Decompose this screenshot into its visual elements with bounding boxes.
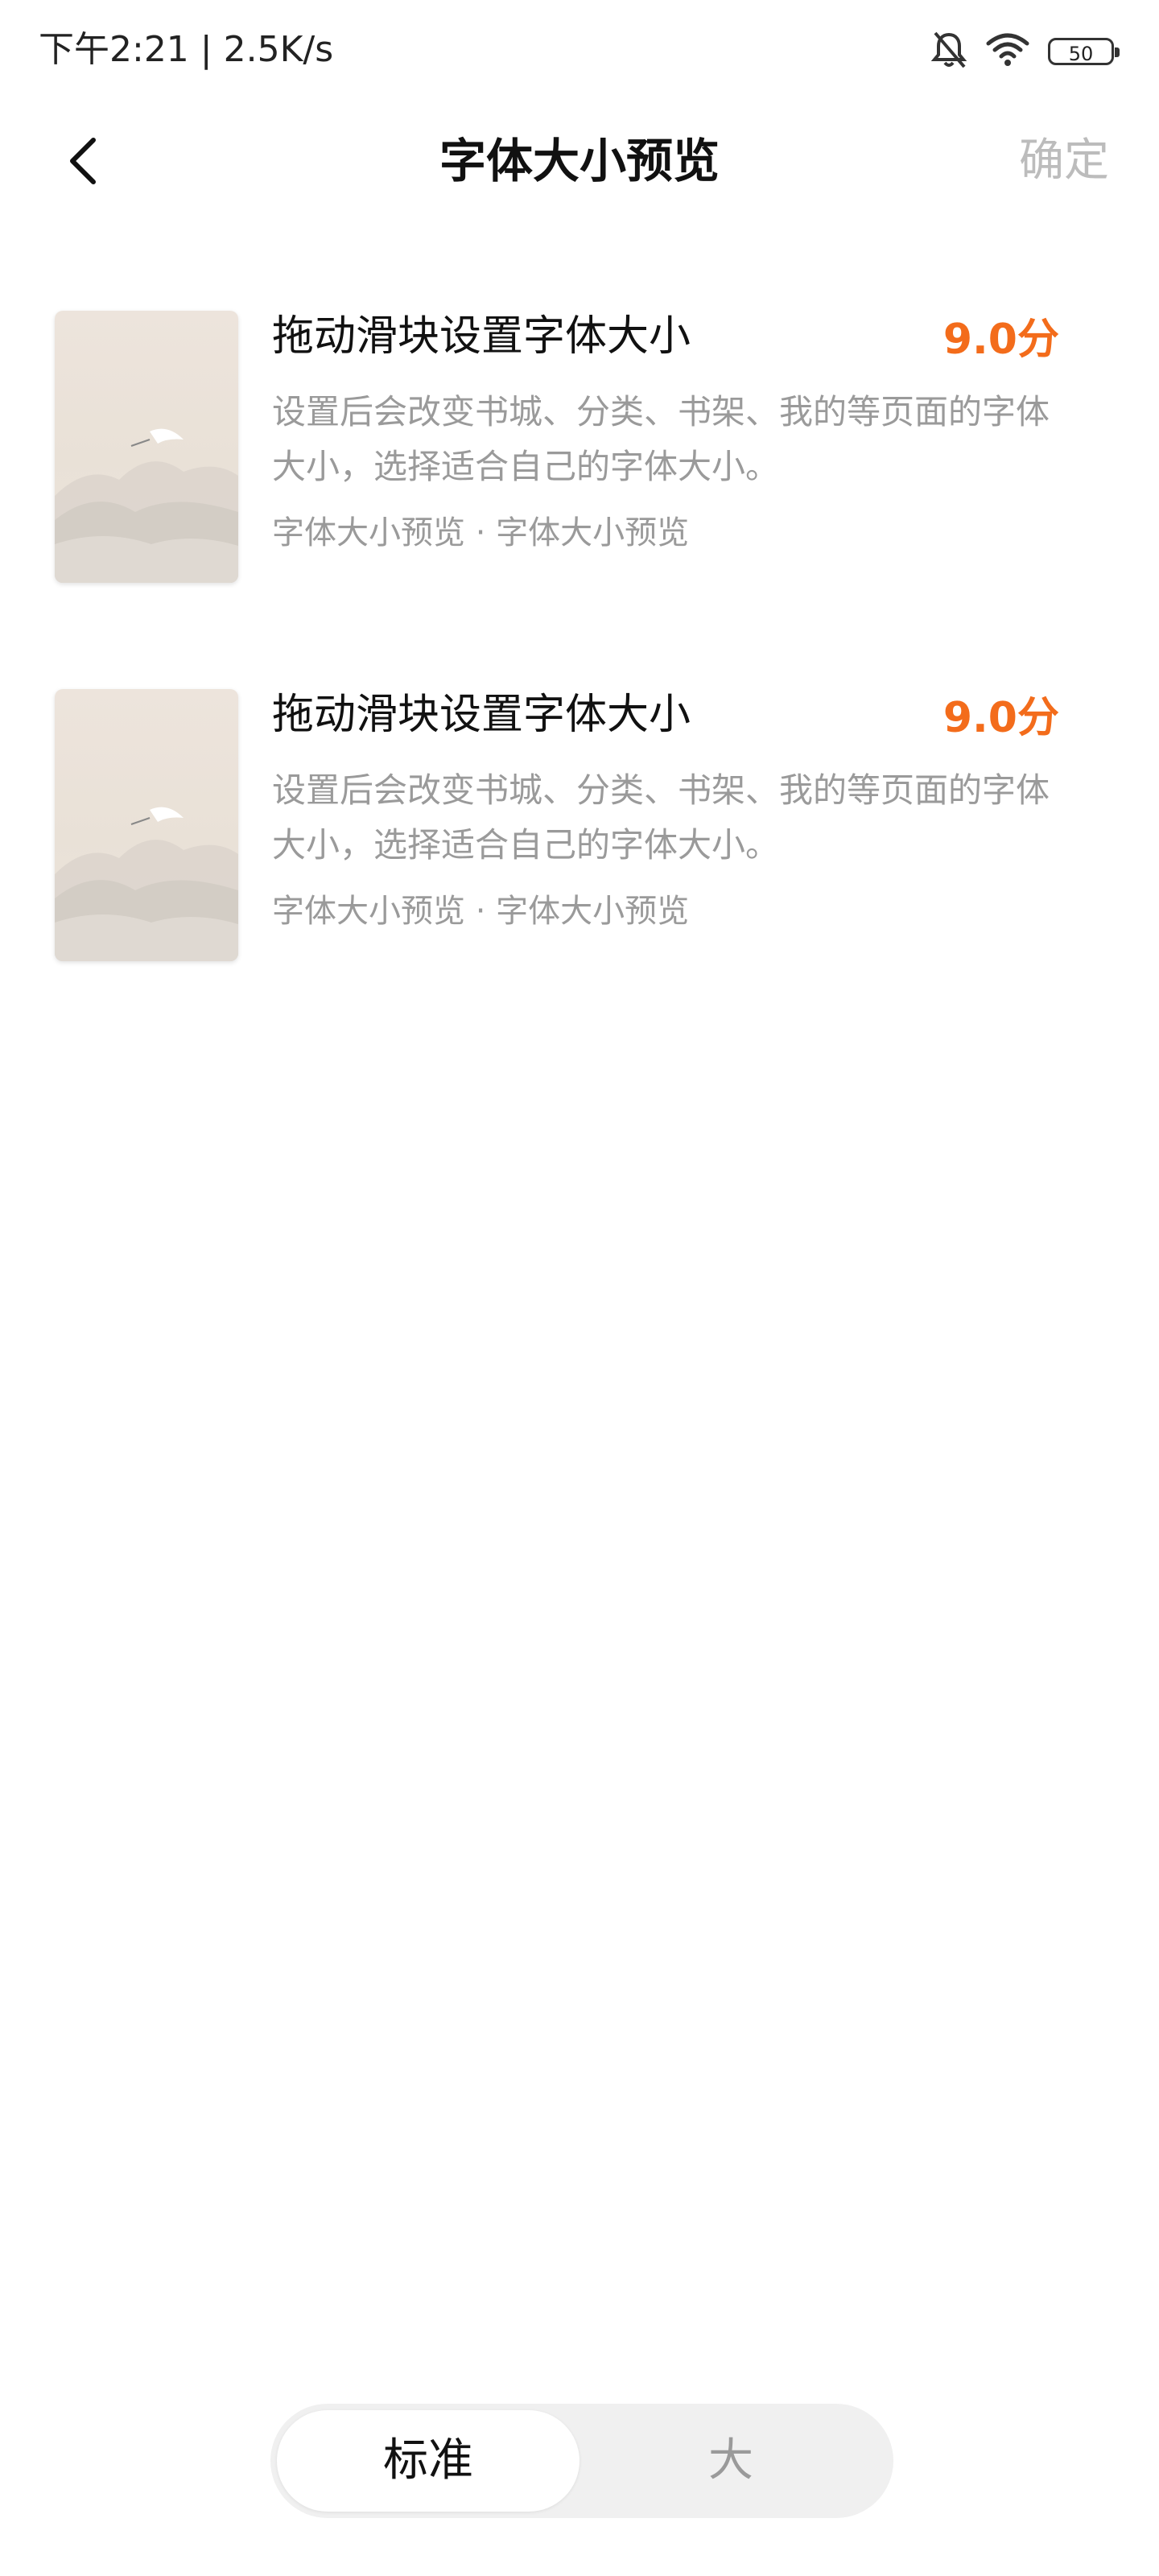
book-cover xyxy=(55,689,238,961)
bell-off-icon xyxy=(930,30,967,73)
book-score: 9.0分 xyxy=(942,694,1059,742)
wifi-icon xyxy=(985,32,1030,71)
book-tags: 字体大小预览 · 字体大小预览 xyxy=(272,514,690,551)
font-size-switch: 标准 大 xyxy=(270,2404,893,2518)
confirm-button[interactable]: 确定 xyxy=(1019,113,1109,209)
status-time: 下午2:21 | 2.5K/s xyxy=(39,29,334,70)
list-item[interactable]: 拖动滑块设置字体大小 9.0分 设置后会改变书城、分类、书架、我的等页面的字体大… xyxy=(0,306,1159,684)
status-icons: 50 xyxy=(930,26,1120,77)
book-title: 拖动滑块设置字体大小 xyxy=(272,691,691,739)
page-title: 字体大小预览 xyxy=(439,134,720,188)
book-list: 拖动滑块设置字体大小 9.0分 设置后会改变书城、分类、书架、我的等页面的字体大… xyxy=(0,306,1159,1063)
list-item[interactable]: 拖动滑块设置字体大小 9.0分 设置后会改变书城、分类、书架、我的等页面的字体大… xyxy=(0,684,1159,1063)
title-bar: 字体大小预览 确定 xyxy=(0,113,1159,209)
book-score: 9.0分 xyxy=(942,316,1059,364)
book-description: 设置后会改变书城、分类、书架、我的等页面的字体大小，选择适合自己的字体大小。 xyxy=(272,770,1050,865)
book-tags: 字体大小预览 · 字体大小预览 xyxy=(272,893,690,930)
size-option-large[interactable]: 大 xyxy=(580,2410,882,2512)
status-bar: 下午2:21 | 2.5K/s 50 xyxy=(0,0,1159,97)
book-description: 设置后会改变书城、分类、书架、我的等页面的字体大小，选择适合自己的字体大小。 xyxy=(272,392,1050,486)
battery-icon: 50 xyxy=(1048,38,1120,65)
book-title: 拖动滑块设置字体大小 xyxy=(272,312,691,361)
size-option-standard[interactable]: 标准 xyxy=(277,2410,580,2512)
book-cover xyxy=(55,311,238,583)
